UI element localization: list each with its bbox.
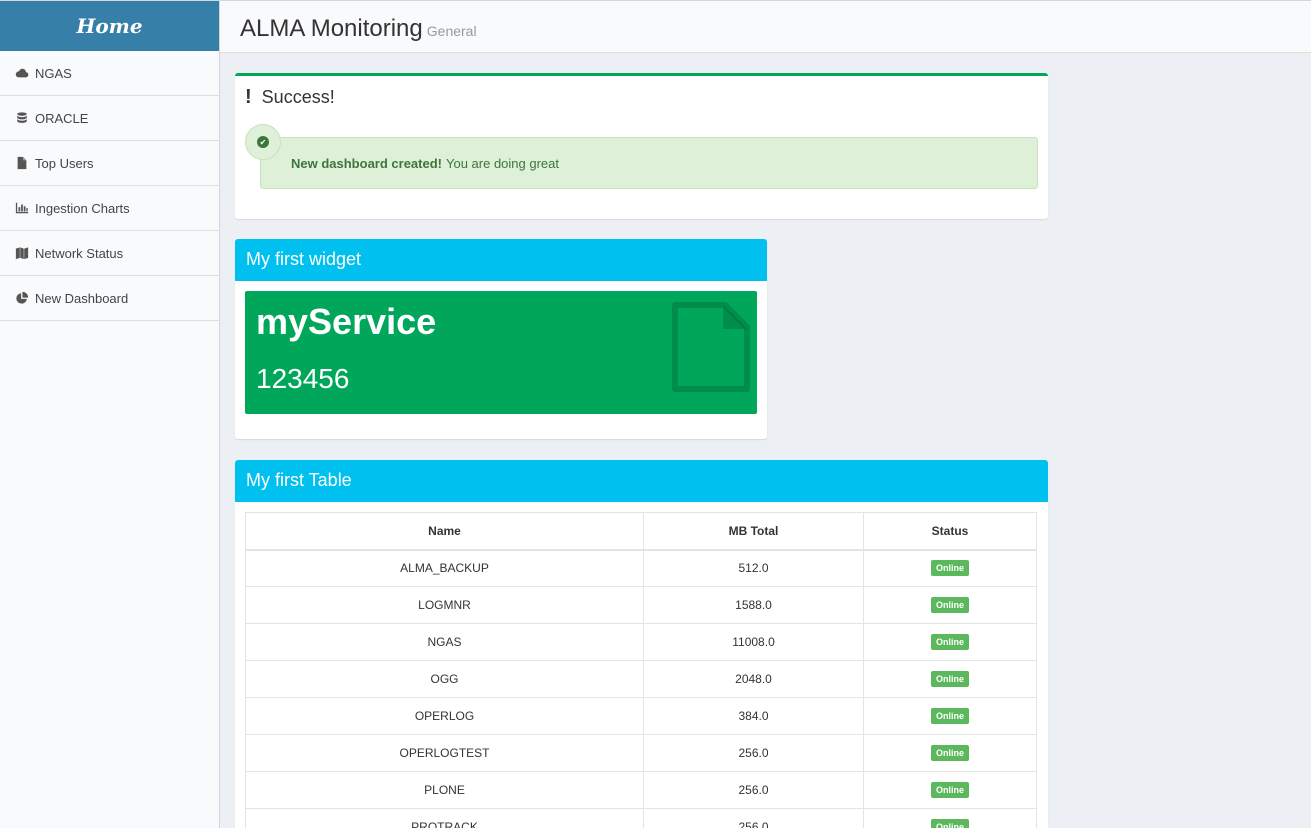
sidebar-item-label: NGAS — [35, 65, 72, 81]
table-row: PROTRACK 256.0 Online — [245, 808, 1037, 828]
page-header: ALMA Monitoring General — [220, 1, 1311, 53]
sidebar-item-label: New Dashboard — [35, 290, 129, 306]
cell-mb: 256.0 — [643, 771, 864, 809]
cell-name: PROTRACK — [245, 808, 644, 828]
sidebar-item-oracle[interactable]: ORACLE — [0, 96, 219, 141]
sidebar-item-label: ORACLE — [35, 110, 89, 126]
table-title: My first Table — [235, 460, 1048, 502]
cell-mb: 11008.0 — [643, 623, 864, 661]
cell-name: ALMA_BACKUP — [245, 549, 644, 587]
service-info-box: myService 123456 — [245, 291, 757, 414]
status-badge: Online — [930, 560, 969, 577]
widget-box: My first widget myService 123456 — [235, 239, 767, 439]
status-badge: Online — [930, 634, 969, 650]
status-badge: Online — [930, 745, 969, 761]
success-title: ! Success! — [245, 86, 335, 108]
table-row: NGAS 11008.0 Online — [245, 623, 1037, 661]
table-row: ALMA_BACKUP 512.0 Online — [245, 549, 1037, 587]
sidebar-item-new-dashboard[interactable]: New Dashboard — [0, 276, 219, 321]
alert-bold-text: New dashboard created! — [291, 155, 442, 171]
sidebar-item-label: Ingestion Charts — [35, 200, 130, 216]
cell-name: PLONE — [245, 771, 644, 809]
cell-mb: 2048.0 — [643, 660, 864, 698]
cell-mb: 256.0 — [643, 734, 864, 772]
table-box: My first Table Name MB Total Status ALMA… — [235, 460, 1048, 828]
cell-mb: 256.0 — [643, 808, 864, 828]
cell-mb: 1588.0 — [643, 586, 864, 624]
sidebar: Home NGAS ORACLE Top Users Ingestion Cha… — [0, 1, 220, 828]
map-icon — [15, 247, 29, 260]
status-badge: Online — [930, 819, 969, 828]
sidebar-item-network-status[interactable]: Network Status — [0, 231, 219, 276]
file-icon — [17, 156, 27, 170]
sidebar-item-label: Top Users — [35, 155, 94, 171]
column-header-mb-total: MB Total — [643, 512, 864, 551]
status-badge: Online — [930, 782, 969, 798]
sidebar-item-top-users[interactable]: Top Users — [0, 141, 219, 186]
column-header-status: Status — [863, 512, 1037, 551]
alert-text: You are doing great — [446, 155, 560, 171]
service-value: 123456 — [256, 363, 350, 394]
cell-name: OPERLOGTEST — [245, 734, 644, 772]
sidebar-item-ngas[interactable]: NGAS — [0, 51, 219, 96]
table-row: LOGMNR 1588.0 Online — [245, 586, 1037, 624]
data-table: Name MB Total Status ALMA_BACKUP 512.0 Onl… — [245, 512, 1037, 828]
success-alert: New dashboard created! You are doing gre… — [260, 137, 1038, 189]
page-title: ALMA Monitoring General — [240, 15, 477, 42]
cell-mb: 384.0 — [643, 697, 864, 735]
exclamation-icon: ! — [245, 86, 252, 108]
cell-name: OPERLOG — [245, 697, 644, 735]
success-box: ! Success! New dashboard created! You ar… — [235, 73, 1048, 219]
status-badge: Online — [930, 671, 969, 687]
service-name: myService — [256, 301, 437, 342]
bar-chart-icon — [15, 202, 29, 214]
table-header-row: Name MB Total Status — [245, 512, 1037, 551]
page-subtitle: General — [426, 23, 477, 39]
cell-name: LOGMNR — [245, 586, 644, 624]
home-logo[interactable]: Home — [0, 1, 219, 51]
database-icon — [17, 112, 27, 123]
widget-title: My first widget — [235, 239, 767, 281]
table-row: OGG 2048.0 Online — [245, 660, 1037, 698]
cell-name: NGAS — [245, 623, 644, 661]
pie-chart-icon — [16, 291, 29, 304]
sidebar-item-label: Network Status — [35, 245, 124, 261]
sidebar-item-ingestion-charts[interactable]: Ingestion Charts — [0, 186, 219, 231]
status-badge: Online — [930, 597, 969, 613]
table-row: OPERLOGTEST 256.0 Online — [245, 734, 1037, 772]
file-icon — [672, 302, 750, 392]
table-row: PLONE 256.0 Online — [245, 771, 1037, 809]
cell-mb: 512.0 — [643, 549, 864, 587]
column-header-name: Name — [245, 512, 644, 551]
check-circle-icon: ✔ — [245, 124, 281, 160]
cloud-icon — [15, 68, 29, 78]
table-row: OPERLOG 384.0 Online — [245, 697, 1037, 735]
status-badge: Online — [930, 708, 969, 724]
cell-name: OGG — [245, 660, 644, 698]
